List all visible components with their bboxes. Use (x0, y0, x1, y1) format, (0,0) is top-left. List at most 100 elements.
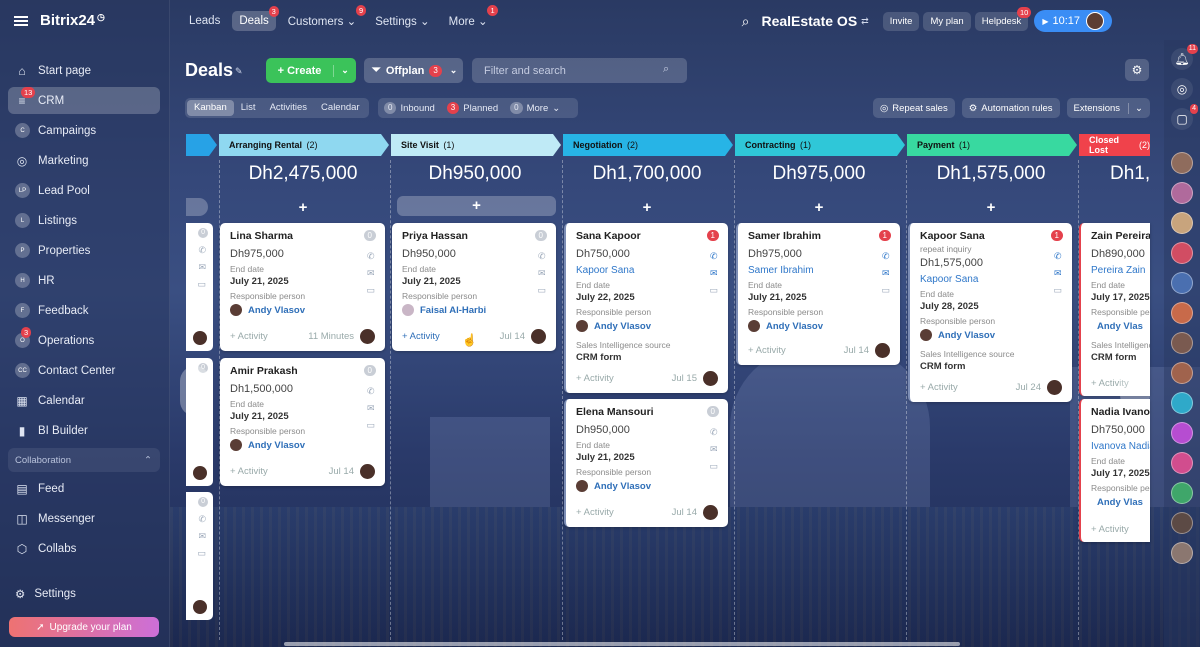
responsible-person[interactable]: Andy Vlasov (576, 480, 718, 492)
sidebar-item-calendar[interactable]: ▦ Calendar (8, 387, 160, 414)
mail-icon[interactable]: ✉ (537, 265, 546, 282)
add-activity-link[interactable]: + Activity (576, 373, 672, 384)
sidebar-item-collabs[interactable]: ⬡ Collabs (8, 535, 160, 562)
comment-icon[interactable]: ▭ (366, 282, 375, 299)
phone-icon[interactable]: ✆ (366, 248, 375, 265)
avatar[interactable] (1171, 362, 1193, 384)
avatar[interactable] (1171, 392, 1193, 414)
scroll-right-button[interactable]: › (1120, 360, 1150, 410)
deal-title[interactable]: Samer Ibrahim (748, 230, 890, 242)
clock-button[interactable]: ▶ 10:17 (1034, 10, 1112, 32)
stage-previous[interactable] (186, 134, 217, 156)
add-activity-link[interactable]: + Activity (402, 331, 500, 342)
sidebar-settings[interactable]: ⚙ Settings (15, 587, 76, 601)
search-icon[interactable]: ⌕ (742, 13, 750, 30)
search-input[interactable] (472, 58, 687, 83)
phone-icon[interactable]: ✆ (198, 514, 206, 525)
invite-button[interactable]: Invite (882, 11, 920, 31)
phone-icon[interactable]: ✆ (198, 245, 206, 256)
deal-card-collapsed[interactable]: 0 ✆ ✉ ▭ (186, 492, 213, 620)
responsible-person[interactable]: Andy Vlasov (920, 329, 1062, 341)
contact-link[interactable]: Pereira Zain (1091, 265, 1145, 276)
sidebar-item-feed[interactable]: ▤ Feed (8, 475, 160, 502)
contact-link[interactable]: Kapoor Sana (576, 265, 718, 276)
tab-settings[interactable]: Settings ⌄ (368, 10, 436, 32)
tab-customers[interactable]: Customers ⌄ 9 (281, 5, 367, 32)
deal-title[interactable]: Amir Prakash (230, 365, 375, 377)
responsible-person[interactable]: Andy Vlasov (230, 439, 375, 451)
filter-preset-button[interactable]: ⏷ Offplan 3 ⌄ (364, 58, 463, 83)
deal-card[interactable]: Samer Ibrahim 1 ✆ ✉ ▭ Dh975,000 Samer Ibra… (736, 223, 900, 365)
settings-gear-button[interactable]: ⚙ (1125, 59, 1149, 81)
deal-card[interactable]: Kapoor Sana repeat inquiry 1 ✆ ✉ ▭ Dh1,575… (908, 223, 1072, 402)
quick-add-button[interactable]: + (397, 196, 556, 216)
phone-icon[interactable]: ✆ (1053, 248, 1062, 265)
avatar[interactable] (1171, 332, 1193, 354)
sidebar-item-campaings[interactable]: C Campaings (8, 117, 160, 144)
stage-site-visit[interactable]: Site Visit (1) (391, 134, 561, 156)
mail-icon[interactable]: ✉ (1053, 265, 1062, 282)
sidebar-item-feedback[interactable]: F Feedback (8, 297, 160, 324)
deal-title[interactable]: Kapoor Sana (920, 230, 1062, 242)
stage-payment[interactable]: Payment (1) (907, 134, 1077, 156)
deal-card[interactable]: Amir Prakash 0 ✆ ✉ ▭ Dh1,500,000 End date … (220, 358, 385, 486)
avatar[interactable] (1171, 212, 1193, 234)
avatar[interactable] (1171, 512, 1193, 534)
add-activity-link[interactable]: + Activity (230, 331, 308, 342)
avatar[interactable] (1171, 152, 1193, 174)
view-kanban[interactable]: Kanban (187, 100, 234, 116)
counter-more[interactable]: 0 More ⌄ (510, 102, 560, 114)
add-activity-link[interactable]: + Activity (230, 466, 329, 477)
bell-icon[interactable]: 🔔︎ 11 (1171, 44, 1198, 70)
view-activities[interactable]: Activities (263, 100, 314, 116)
phone-icon[interactable]: ✆ (881, 248, 890, 265)
add-activity-link[interactable]: + Activity (748, 345, 844, 356)
add-activity-link[interactable]: + Activity (576, 507, 672, 518)
chevron-down-icon[interactable]: ⌄ (334, 65, 356, 76)
automation-rules-button[interactable]: ⚙ Automation rules (961, 98, 1060, 118)
horizontal-scrollbar[interactable] (284, 642, 960, 646)
avatar[interactable] (1171, 242, 1193, 264)
deal-title[interactable]: Sana Kapoor (576, 230, 718, 242)
mail-icon[interactable]: ✉ (881, 265, 890, 282)
mail-icon[interactable]: ✉ (198, 531, 206, 542)
comment-icon[interactable]: ▭ (197, 548, 206, 559)
create-button[interactable]: + Create ⌄ (266, 58, 356, 83)
stage-negotiation[interactable]: Negotiation (2) (563, 134, 733, 156)
menu-icon[interactable] (14, 15, 28, 26)
deal-card[interactable]: Lina Sharma 0 ✆ ✉ ▭ Dh975,000 End date Jul… (220, 223, 385, 351)
sidebar-section-collaboration[interactable]: Collaboration ⌃ (8, 448, 160, 472)
avatar[interactable] (1171, 302, 1193, 324)
deal-title[interactable]: Lina Sharma (230, 230, 375, 242)
deal-card[interactable]: Nadia Ivanova Dh750,000 Ivanova Nadia En… (1079, 399, 1150, 542)
responsible-person[interactable]: Faisal Al-Harbi (402, 304, 546, 316)
phone-icon[interactable]: ✆ (366, 383, 375, 400)
quick-add-button[interactable] (186, 198, 208, 216)
view-list[interactable]: List (234, 100, 263, 116)
deal-card[interactable]: Sana Kapoor 1 ✆ ✉ ▭ Dh750,000 Kapoor Sana … (564, 223, 728, 393)
responsible-person[interactable]: Andy Vlas (1091, 496, 1143, 508)
add-activity-link[interactable]: + Activity (920, 382, 1016, 393)
phone-icon[interactable]: ✆ (709, 424, 718, 441)
comment-icon[interactable]: ▭ (1053, 282, 1062, 299)
sidebar-item-listings[interactable]: L Listings (8, 207, 160, 234)
sidebar-item-marketing[interactable]: ◎ Marketing (8, 147, 160, 174)
deal-card[interactable]: Elena Mansouri 0 ✆ ✉ ▭ Dh950,000 End date … (564, 399, 728, 527)
search-icon[interactable]: ⌕ (663, 63, 669, 76)
quick-add-button[interactable]: + (223, 199, 383, 216)
contact-link[interactable]: Ivanova Nadia (1091, 441, 1150, 452)
stage-arranging-rental[interactable]: Arranging Rental (2) (219, 134, 389, 156)
extensions-button[interactable]: Extensions ⌄ (1066, 98, 1150, 118)
stage-closed-lost[interactable]: Closed Lost (2) (1079, 134, 1150, 156)
sidebar-item-lead-pool[interactable]: LP Lead Pool (8, 177, 160, 204)
counter-inbound[interactable]: 0 Inbound (384, 102, 435, 114)
mail-icon[interactable]: ✉ (709, 265, 718, 282)
sidebar-item-properties[interactable]: P Properties (8, 237, 160, 264)
repeat-sales-button[interactable]: ◎ Repeat sales (872, 98, 955, 118)
add-activity-link[interactable]: + Activity (1091, 524, 1140, 535)
deal-title[interactable]: Zain Pereira (1091, 230, 1150, 242)
contact-link[interactable]: Samer Ibrahim (748, 265, 890, 276)
quick-add-button[interactable]: + (739, 199, 899, 216)
avatar[interactable] (1171, 272, 1193, 294)
chat-icon[interactable]: ▢ 4 (1171, 104, 1198, 130)
